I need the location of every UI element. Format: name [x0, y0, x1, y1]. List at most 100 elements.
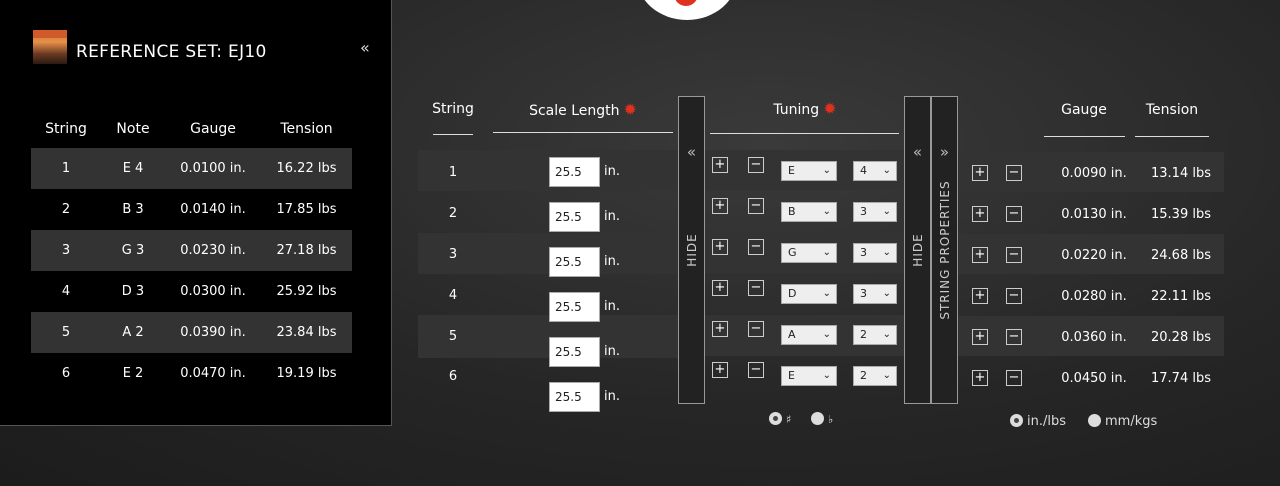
chevron-down-icon: ⌄ — [882, 329, 891, 340]
tuning-up-button[interactable]: + — [712, 198, 728, 214]
note-select[interactable]: G ⌄ — [781, 243, 837, 263]
ref-header-tension: Tension — [280, 121, 333, 137]
sharp-label: ♯ — [786, 413, 792, 426]
scale-length-input[interactable] — [549, 292, 600, 322]
gauge-down-button[interactable]: − — [1006, 288, 1022, 304]
tuning-up-button[interactable]: + — [712, 321, 728, 337]
ref-string-cell: 5 — [61, 325, 71, 340]
header-string: String — [432, 101, 474, 117]
tuning-down-button[interactable]: − — [748, 198, 764, 214]
scale-length-input[interactable] — [549, 337, 600, 367]
metric-units-radio[interactable] — [1088, 414, 1101, 427]
scale-unit-label: in. — [604, 164, 620, 179]
gauge-value: 0.0450 in. — [1061, 371, 1127, 386]
imperial-units-radio[interactable] — [1010, 414, 1023, 427]
note-select[interactable]: E ⌄ — [781, 161, 837, 181]
ref-tension-cell: 17.85 lbs — [276, 202, 337, 217]
gauge-down-button[interactable]: − — [1006, 370, 1022, 386]
ref-string-cell: 2 — [61, 202, 71, 217]
scale-length-settings-icon[interactable]: ✹ — [624, 100, 637, 119]
note-select[interactable]: E ⌄ — [781, 366, 837, 386]
octave-select[interactable]: 4 ⌄ — [853, 161, 897, 181]
reference-table-header: String Note Gauge Tension — [31, 110, 352, 148]
scale-length-label: Scale Length — [529, 103, 620, 119]
note-select[interactable]: D ⌄ — [781, 284, 837, 304]
hide-scale-length-bar[interactable]: « HIDE — [678, 96, 705, 404]
header-tuning-underline — [710, 133, 899, 134]
hide-tuning-bar[interactable]: « HIDE — [904, 96, 931, 404]
ref-gauge-cell: 0.0470 in. — [180, 366, 246, 381]
imperial-units-label: in./lbs — [1027, 414, 1066, 429]
scale-length-input[interactable] — [549, 157, 600, 187]
tuning-up-button[interactable]: + — [712, 362, 728, 378]
scale-unit-label: in. — [604, 299, 620, 314]
octave-select[interactable]: 2 ⌄ — [853, 366, 897, 386]
note-select-value: D — [788, 287, 797, 300]
tuning-up-button[interactable]: + — [712, 157, 728, 173]
gauge-down-button[interactable]: − — [1006, 247, 1022, 263]
string-properties-bar[interactable]: » STRING PROPERTIES — [931, 96, 958, 404]
gauge-down-button[interactable]: − — [1006, 165, 1022, 181]
ref-gauge-cell: 0.0100 in. — [180, 161, 246, 176]
string-number: 6 — [448, 369, 458, 384]
gauge-up-button[interactable]: + — [972, 165, 988, 181]
sharp-radio[interactable] — [769, 412, 782, 425]
scale-length-input[interactable] — [549, 202, 600, 232]
gauge-down-button[interactable]: − — [1006, 206, 1022, 222]
scale-unit-label: in. — [604, 344, 620, 359]
flat-radio[interactable] — [811, 412, 824, 425]
tension-value: 15.39 lbs — [1151, 207, 1211, 222]
tuning-down-button[interactable]: − — [748, 239, 764, 255]
octave-select[interactable]: 3 ⌄ — [853, 284, 897, 304]
reference-row: 1 E 4 0.0100 in. 16.22 lbs — [31, 148, 352, 189]
tension-value: 24.68 lbs — [1151, 248, 1211, 263]
octave-select-value: 3 — [860, 205, 867, 218]
string-number: 3 — [448, 247, 458, 262]
scale-length-input[interactable] — [549, 247, 600, 277]
chevron-down-icon: ⌄ — [822, 370, 831, 381]
gauge-down-button[interactable]: − — [1006, 329, 1022, 345]
header-tuning: Tuning ✹ — [710, 99, 900, 118]
gauge-up-button[interactable]: + — [972, 329, 988, 345]
gauge-up-button[interactable]: + — [972, 247, 988, 263]
note-select[interactable]: B ⌄ — [781, 202, 837, 222]
ref-note-cell: E 4 — [122, 161, 144, 176]
chevron-down-icon: ⌄ — [822, 165, 831, 176]
tuning-down-button[interactable]: − — [748, 362, 764, 378]
header-scale-length: Scale Length ✹ — [493, 100, 673, 119]
note-select[interactable]: A ⌄ — [781, 325, 837, 345]
tuning-down-button[interactable]: − — [748, 321, 764, 337]
octave-select-value: 3 — [860, 287, 867, 300]
reference-row: 2 B 3 0.0140 in. 17.85 lbs — [31, 189, 352, 230]
octave-select-value: 2 — [860, 369, 867, 382]
gauge-up-button[interactable]: + — [972, 370, 988, 386]
scale-unit-label: in. — [604, 209, 620, 224]
gauge-value: 0.0090 in. — [1061, 166, 1127, 181]
ref-note-cell: D 3 — [121, 284, 145, 299]
scale-length-input[interactable] — [549, 382, 600, 412]
collapse-panel-icon[interactable]: « — [360, 38, 370, 57]
octave-select[interactable]: 3 ⌄ — [853, 243, 897, 263]
gauge-value: 0.0130 in. — [1061, 207, 1127, 222]
tuning-up-button[interactable]: + — [712, 280, 728, 296]
octave-select[interactable]: 3 ⌄ — [853, 202, 897, 222]
header-gauge: Gauge — [1061, 102, 1107, 118]
hide-label: HIDE — [684, 233, 699, 267]
tuning-settings-icon[interactable]: ✹ — [823, 99, 836, 118]
scale-unit-label: in. — [604, 254, 620, 269]
gauge-up-button[interactable]: + — [972, 206, 988, 222]
chevron-down-icon: ⌄ — [882, 247, 891, 258]
scale-unit-label: in. — [604, 389, 620, 404]
note-select-value: E — [788, 164, 795, 177]
collapse-chevron-icon: « — [686, 143, 697, 161]
tuning-down-button[interactable]: − — [748, 157, 764, 173]
gauge-up-button[interactable]: + — [972, 288, 988, 304]
reference-row: 5 A 2 0.0390 in. 23.84 lbs — [31, 312, 352, 353]
ref-note-cell: B 3 — [122, 202, 144, 217]
octave-select-value: 3 — [860, 246, 867, 259]
header-tension: Tension — [1145, 102, 1199, 118]
octave-select[interactable]: 2 ⌄ — [853, 325, 897, 345]
ref-string-cell: 4 — [61, 284, 71, 299]
tuning-up-button[interactable]: + — [712, 239, 728, 255]
tuning-down-button[interactable]: − — [748, 280, 764, 296]
